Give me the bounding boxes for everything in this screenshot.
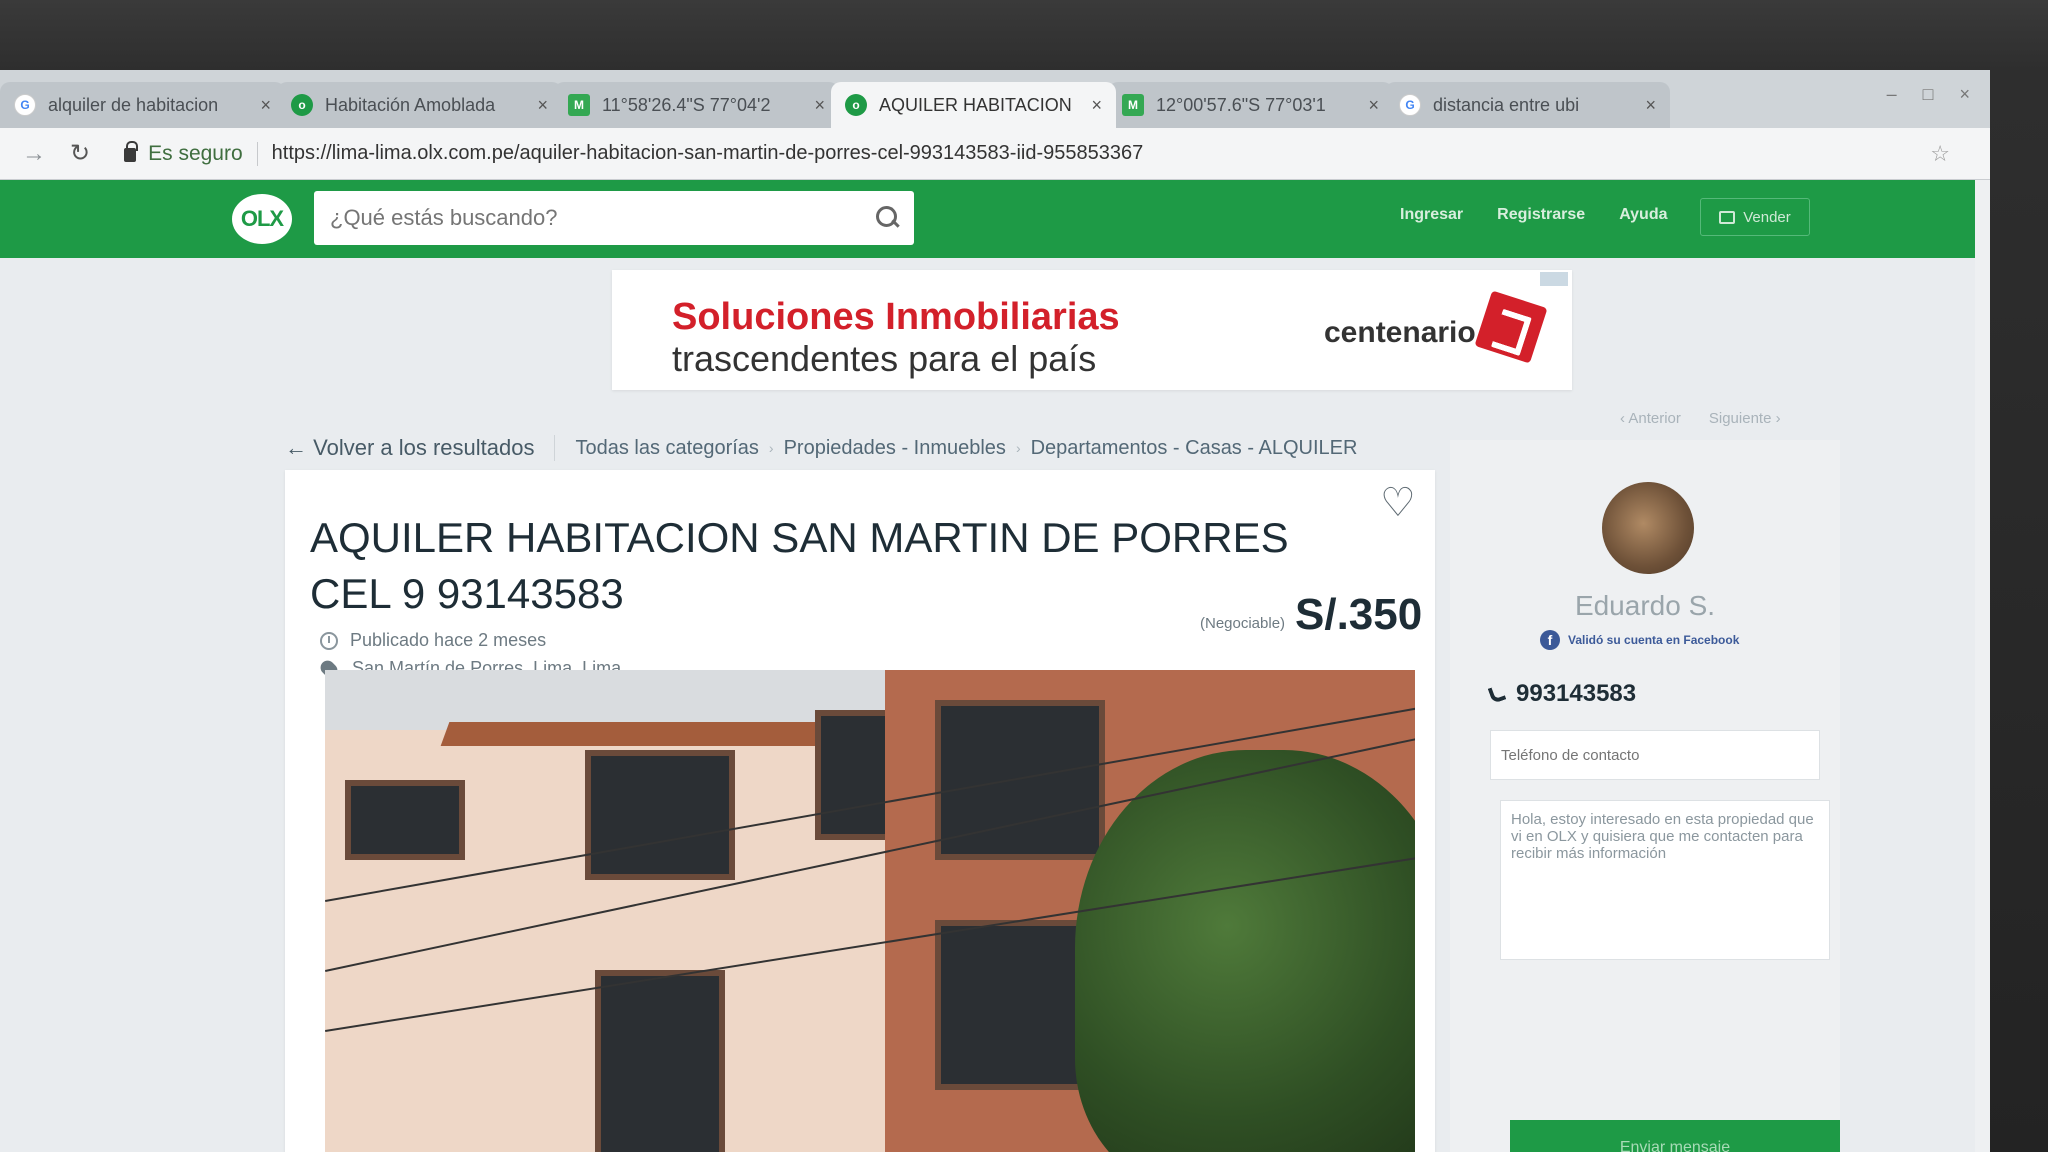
seller-name: Eduardo S. [1574, 590, 1716, 621]
page-scrollbar[interactable] [1975, 180, 1990, 1152]
verified-text: Validó su cuenta en Facebook [1568, 633, 1740, 647]
bookmark-star-icon[interactable]: ☆ [1930, 141, 1950, 167]
photo-window [585, 750, 735, 880]
listing-photo[interactable] [325, 670, 1415, 1152]
breadcrumb-item[interactable]: Todas las categorías [575, 437, 758, 460]
seller-avatar [1602, 482, 1694, 574]
chevron-right-icon: › [1015, 440, 1021, 456]
close-tab-icon[interactable]: × [1368, 95, 1379, 116]
contact-phone-field[interactable] [1490, 730, 1820, 780]
tab-title: distancia entre ubi [1433, 94, 1580, 115]
chevron-right-icon: › [768, 440, 774, 456]
secure-label: Es seguro [148, 141, 243, 165]
photo-window [595, 970, 725, 1152]
forward-icon[interactable]: → [22, 140, 46, 168]
published-info: Publicado hace 2 meses [320, 630, 546, 651]
security-indicator[interactable]: Es seguro [124, 140, 258, 166]
published-text: Publicado hace 2 meses [350, 630, 547, 650]
send-message-button[interactable]: Enviar mensaje [1510, 1120, 1840, 1152]
close-tab-icon[interactable]: × [1091, 95, 1102, 116]
listing-card: AQUILER HABITACION SAN MARTIN DE PORRES … [285, 470, 1435, 1152]
ad-brand: centenario [1324, 316, 1476, 349]
maximize-icon[interactable]: □ [1923, 84, 1934, 105]
photo-window [345, 780, 465, 860]
maps-icon: M [568, 94, 590, 116]
clock-icon [320, 631, 338, 650]
previous-label: Anterior [1628, 410, 1681, 427]
olx-icon: o [291, 94, 313, 116]
tab-strip: G alquiler de habitacion × o Habitación … [0, 70, 1990, 128]
lock-icon [124, 140, 139, 162]
site-header: OLX Ingresar Registrarse Ayuda Vender [0, 180, 1990, 258]
browser-tab[interactable]: M 12°00'57.6"S 77°03'1 × [1108, 82, 1393, 128]
favorite-heart-icon[interactable]: ♡ [1380, 480, 1416, 526]
seller-phone[interactable]: 993143583 [1487, 680, 1637, 708]
breadcrumb: ← Volver a los resultados Todas las cate… [285, 435, 1357, 461]
next-link[interactable]: Siguiente › [1709, 410, 1781, 427]
message-field[interactable]: Hola, estoy interesado en esta propiedad… [1500, 800, 1830, 960]
tab-title: Habitación Amoblada [325, 94, 496, 115]
ad-subheadline: trascendentes para el país [672, 338, 1097, 379]
centenario-logo-icon [1474, 290, 1548, 364]
close-tab-icon[interactable]: × [1645, 95, 1656, 116]
tab-title: AQUILER HABITACION [879, 94, 1072, 115]
ad-banner[interactable]: Soluciones Inmobiliarias trascendentes p… [612, 270, 1572, 390]
google-icon: G [1399, 94, 1421, 116]
camera-icon [1719, 210, 1736, 224]
arrow-left-icon: ← [285, 435, 314, 460]
maps-icon: M [1122, 94, 1144, 116]
browser-tab[interactable]: o Habitación Amoblada × [277, 82, 562, 128]
window-controls: – □ × [1887, 84, 1970, 105]
phone-number: 993143583 [1516, 680, 1637, 707]
search-icon[interactable] [876, 206, 900, 230]
sell-button[interactable]: Vender [1700, 198, 1810, 236]
login-link[interactable]: Ingresar [1400, 206, 1463, 224]
facebook-icon: f [1540, 630, 1560, 650]
negotiable-label: (Negociable) [1200, 615, 1286, 632]
browser-tab[interactable]: M 11°58'26.4"S 77°04'2 × [554, 82, 839, 128]
back-label: Volver a los resultados [313, 435, 535, 460]
seller-panel: Eduardo S. f Validó su cuenta en Faceboo… [1450, 440, 1840, 1152]
tab-title: alquiler de habitacion [48, 94, 219, 115]
tab-title: 12°00'57.6"S 77°03'1 [1156, 94, 1326, 115]
next-label: Siguiente [1708, 410, 1772, 427]
olx-logo[interactable]: OLX [232, 194, 292, 244]
browser-window: G alquiler de habitacion × o Habitación … [0, 70, 1990, 1152]
browser-tab[interactable]: G distancia entre ubi × [1385, 82, 1670, 128]
close-window-icon[interactable]: × [1959, 84, 1970, 105]
minimize-icon[interactable]: – [1887, 84, 1897, 105]
header-links: Ingresar Registrarse Ayuda [1400, 206, 1668, 224]
back-to-results-link[interactable]: ← Volver a los resultados [285, 435, 556, 461]
address-bar-row: → ↻ Es seguro https://lima-lima.olx.com.… [0, 128, 1990, 180]
olx-icon: o [845, 94, 867, 116]
listing-price: S/.350 [1295, 590, 1423, 639]
listing-title: AQUILER HABITACION SAN MARTIN DE PORRES … [310, 514, 1289, 617]
reload-icon[interactable]: ↻ [70, 139, 90, 168]
help-link[interactable]: Ayuda [1619, 206, 1667, 224]
phone-icon [1487, 684, 1507, 704]
sell-label: Vender [1743, 208, 1791, 226]
register-link[interactable]: Registrarse [1497, 206, 1585, 224]
previous-link[interactable]: ‹ Anterior [1620, 410, 1681, 427]
close-tab-icon[interactable]: × [537, 95, 548, 116]
close-tab-icon[interactable]: × [260, 95, 271, 116]
url-field[interactable]: https://lima-lima.olx.com.pe/aquiler-hab… [272, 142, 1144, 165]
search-box [314, 191, 914, 245]
browser-tab[interactable]: G alquiler de habitacion × [0, 82, 285, 128]
ad-info-icon[interactable] [1540, 272, 1568, 286]
ad-headline: Soluciones Inmobiliarias [672, 296, 1120, 338]
close-tab-icon[interactable]: × [814, 95, 825, 116]
breadcrumb-item[interactable]: Propiedades - Inmuebles [784, 437, 1006, 460]
photo-tree [1075, 750, 1415, 1152]
facebook-verified: f Validó su cuenta en Facebook [1540, 630, 1739, 650]
search-input[interactable] [330, 205, 876, 231]
tab-title: 11°58'26.4"S 77°04'2 [602, 94, 771, 115]
google-icon: G [14, 94, 36, 116]
browser-tab-active[interactable]: o AQUILER HABITACION × [831, 82, 1116, 128]
listing-pager: ‹ Anterior Siguiente › [1620, 410, 1781, 427]
breadcrumb-item[interactable]: Departamentos - Casas - ALQUILER [1031, 437, 1358, 460]
